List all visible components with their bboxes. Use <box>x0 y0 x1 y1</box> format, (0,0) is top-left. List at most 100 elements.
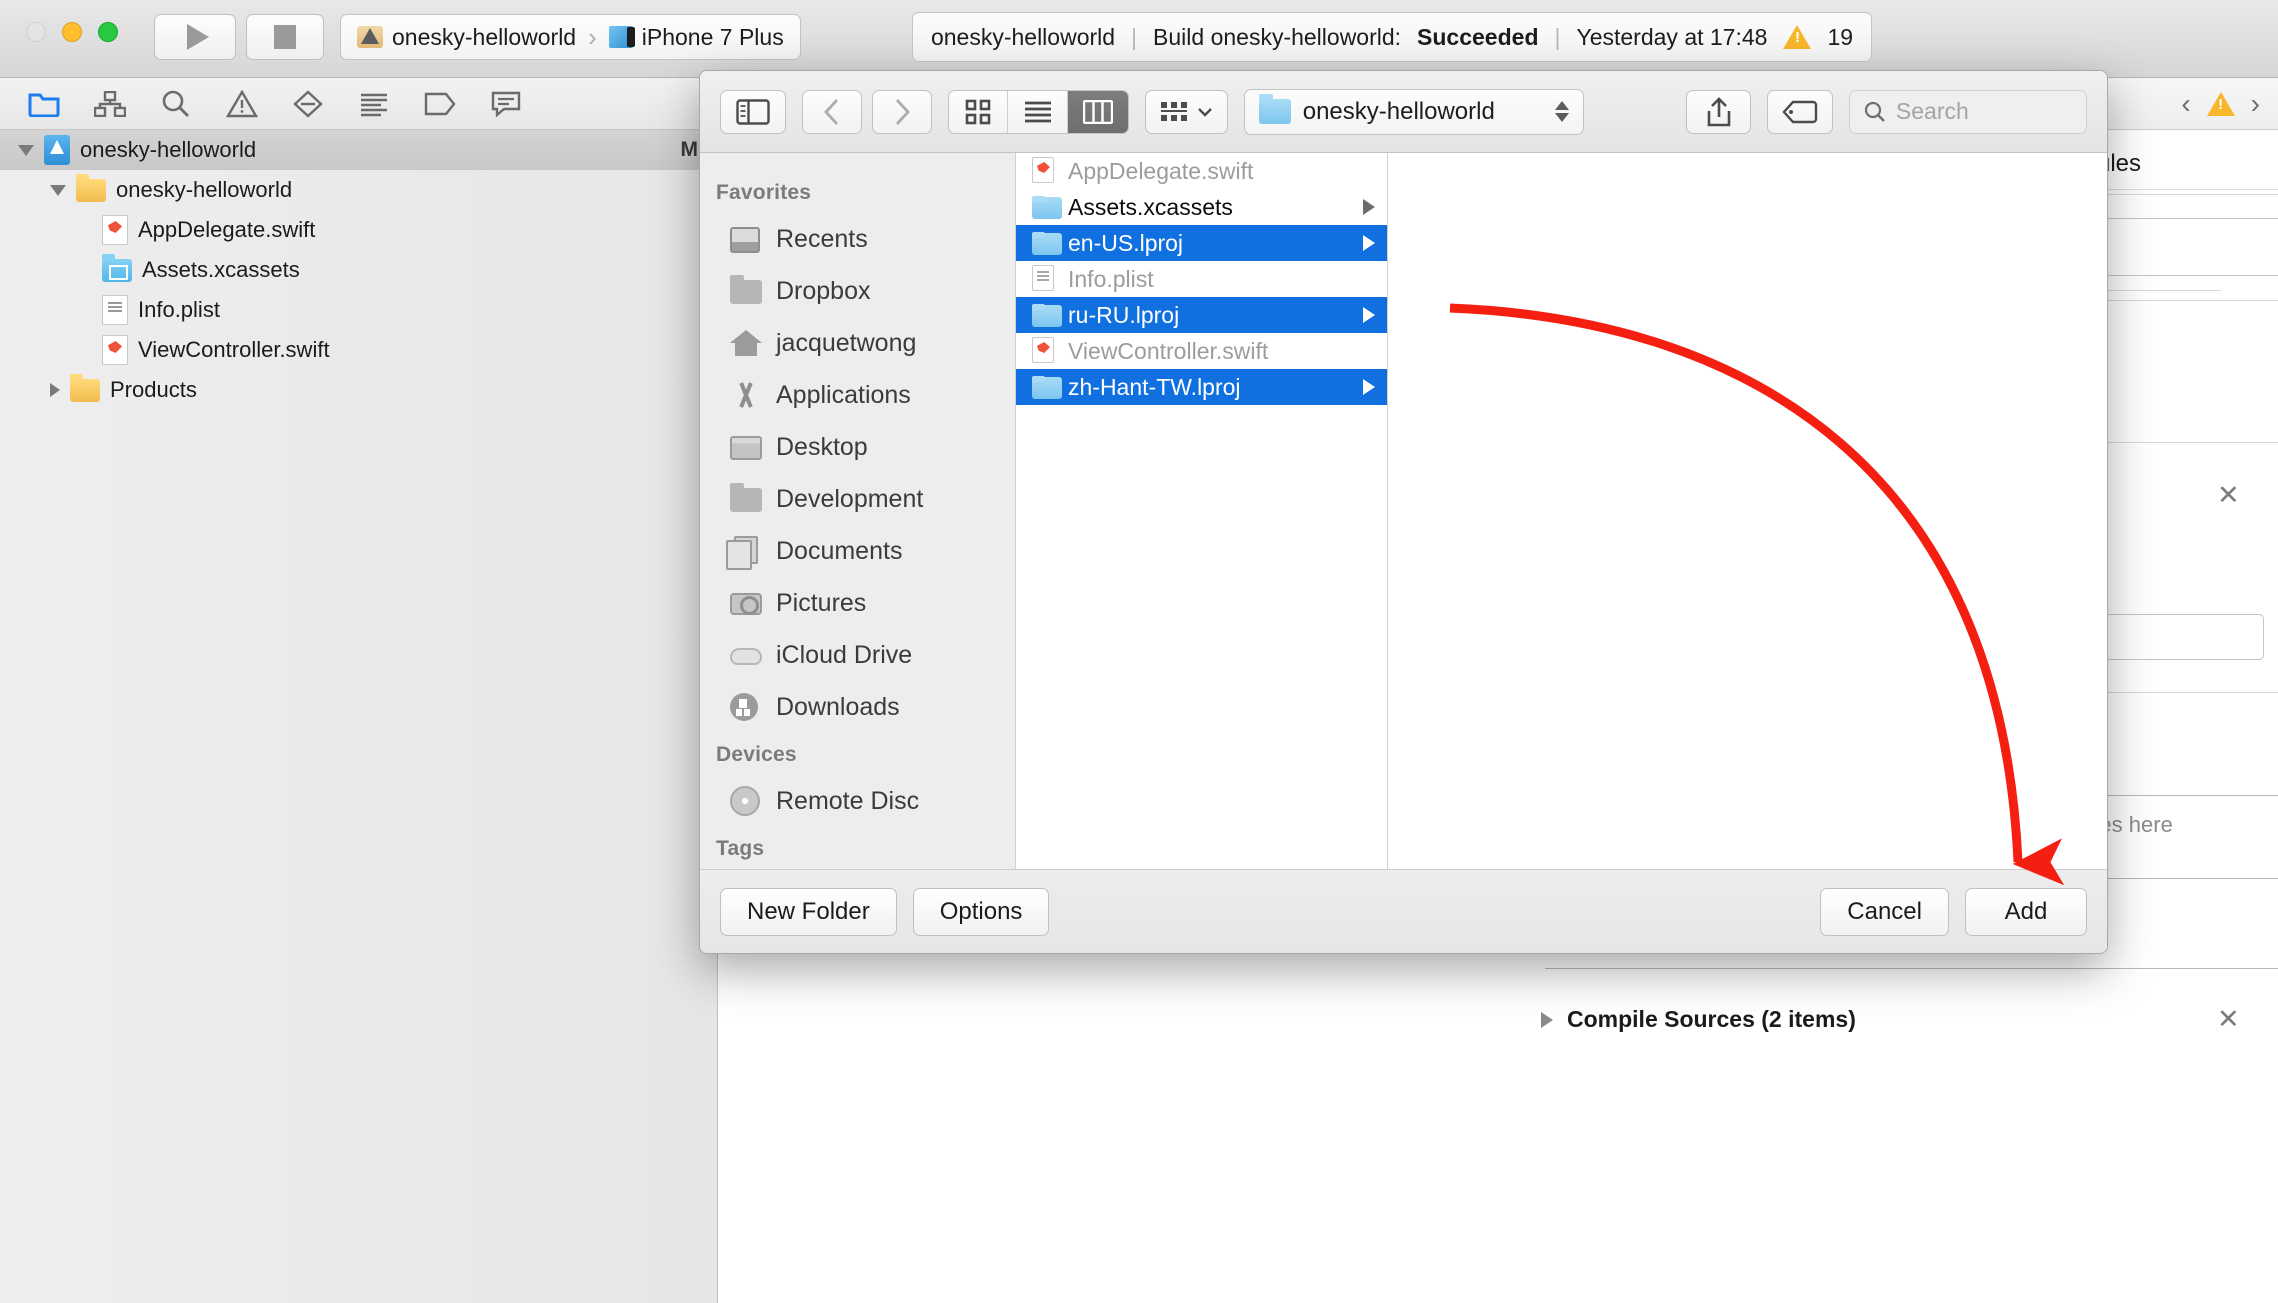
tree-row[interactable]: ViewController.swift <box>0 330 718 370</box>
nav-tab-test-navigator[interactable] <box>288 87 328 121</box>
previous-issue-button[interactable]: ‹ <box>2181 88 2190 120</box>
sidebar-item-pictures[interactable]: Pictures <box>700 577 1015 629</box>
tree-row[interactable]: Products <box>0 370 718 410</box>
file-list-item-label: Assets.xcassets <box>1068 193 1233 220</box>
sidebar-item-remote-disc[interactable]: Remote Disc <box>700 775 1015 827</box>
sidebar-item-recents[interactable]: Recents <box>700 213 1015 265</box>
share-button[interactable] <box>1685 89 1752 134</box>
file-list-item[interactable]: Assets.xcassets <box>1016 189 1387 225</box>
file-list-item[interactable]: Info.plist <box>1016 261 1387 297</box>
file-list-item[interactable]: ru-RU.lproj <box>1016 297 1387 333</box>
disc-icon <box>730 786 762 816</box>
zoom-window-button[interactable] <box>98 22 118 42</box>
icloud-icon <box>730 640 762 670</box>
chevron-right-icon <box>1363 379 1375 395</box>
sidebar-item-label: Pictures <box>776 588 867 617</box>
group-by-button[interactable] <box>1144 89 1228 134</box>
scheme-selector[interactable]: onesky-helloworld › iPhone 7 Plus <box>340 14 801 60</box>
dialog-toolbar: onesky-helloworld Search <box>700 71 2107 153</box>
folder-icon <box>76 173 106 202</box>
sidebar-item-development[interactable]: Development <box>700 473 1015 525</box>
file-list-item[interactable]: AppDelegate.swift <box>1016 153 1387 189</box>
file-list-item-label: zh-Hant-TW.lproj <box>1068 373 1241 400</box>
remove-phase-button[interactable]: ✕ <box>2217 1006 2240 1033</box>
toggle-sidebar-button[interactable] <box>720 89 786 134</box>
nav-tab-comment-navigator[interactable] <box>486 87 526 121</box>
phase-header-compile-sources[interactable]: Compile Sources (2 items) <box>1541 1006 1856 1033</box>
tree-row-label: Info.plist <box>138 297 220 322</box>
tree-row-label: Products <box>110 377 197 402</box>
tree-row[interactable]: onesky-helloworld M <box>0 130 718 170</box>
minimize-window-button[interactable] <box>62 22 82 42</box>
sidebar-item-dropbox[interactable]: Dropbox <box>700 265 1015 317</box>
folder-icon <box>1032 229 1062 257</box>
view-mode-segmented-control[interactable] <box>947 89 1129 134</box>
navigator-tab-bar <box>0 78 718 130</box>
window-toolbar: onesky-helloworld › iPhone 7 Plus onesky… <box>0 0 2278 78</box>
sidebar-item-desktop[interactable]: Desktop <box>700 421 1015 473</box>
tree-row[interactable]: onesky-helloworld <box>0 170 718 210</box>
nav-tab-project-navigator[interactable] <box>24 87 64 121</box>
file-list-item[interactable]: zh-Hant-TW.lproj <box>1016 369 1387 405</box>
project-navigator-tree: onesky-helloworld Monesky-helloworld AppDe… <box>0 130 718 410</box>
forward-button[interactable] <box>871 89 932 134</box>
chevron-right-icon <box>1541 1011 1553 1028</box>
swift-icon <box>102 215 128 245</box>
close-window-button[interactable] <box>26 22 46 42</box>
sidebar-item-downloads[interactable]: Downloads <box>700 681 1015 733</box>
chevron-down-icon[interactable] <box>18 144 34 156</box>
desktop-icon <box>730 432 762 462</box>
tag-button[interactable] <box>1767 89 1833 134</box>
nav-tab-find-navigator[interactable] <box>156 87 196 121</box>
file-list-item-label: ru-RU.lproj <box>1068 301 1180 328</box>
sidebar-item-label: Development <box>776 484 924 513</box>
tree-row[interactable]: Assets.xcassets <box>0 250 718 290</box>
stop-button[interactable] <box>246 14 324 60</box>
tree-row-label: onesky-helloworld <box>80 137 257 162</box>
status-badge: M <box>680 138 699 161</box>
scheme-destination-label: iPhone 7 Plus <box>641 23 784 50</box>
chevron-down-icon[interactable] <box>50 184 66 196</box>
run-button[interactable] <box>154 14 236 60</box>
activity-status-bar[interactable]: onesky-helloworld | Build onesky-hellowo… <box>912 12 1872 62</box>
remove-item-button[interactable]: ✕ <box>2217 482 2240 509</box>
plist-icon <box>102 295 128 325</box>
next-issue-button[interactable]: › <box>2251 88 2260 120</box>
column-view-button[interactable] <box>1068 90 1128 133</box>
list-view-button[interactable] <box>1008 90 1069 133</box>
tree-row-label: onesky-helloworld <box>116 177 293 202</box>
search-input[interactable]: Search <box>1848 89 2088 134</box>
cancel-button[interactable]: Cancel <box>1820 887 1949 936</box>
new-folder-button[interactable]: New Folder <box>720 887 897 936</box>
sidebar-item-jacquetwong[interactable]: jacquetwong <box>700 317 1015 369</box>
tree-row-label: AppDelegate.swift <box>138 217 316 242</box>
folder-icon <box>1032 193 1062 221</box>
path-popup-button[interactable]: onesky-helloworld <box>1243 88 1584 135</box>
nav-tab-symbol-navigator[interactable] <box>90 87 130 121</box>
phase-label: Compile Sources (2 items) <box>1567 1006 1856 1032</box>
sidebar-item-label: jacquetwong <box>776 328 917 357</box>
options-button[interactable]: Options <box>912 887 1050 936</box>
scheme-separator: › <box>588 21 597 52</box>
add-button[interactable]: Add <box>1965 887 2087 936</box>
icon-view-button[interactable] <box>948 90 1009 133</box>
xcode-project-icon <box>357 26 383 48</box>
nav-tab-issue-navigator[interactable] <box>222 87 262 121</box>
sidebar-item-applications[interactable]: Applications <box>700 369 1015 421</box>
tree-row-label: Assets.xcassets <box>142 257 300 282</box>
play-icon <box>187 24 209 50</box>
stop-icon <box>274 25 296 49</box>
back-button[interactable] <box>801 89 862 134</box>
tree-row[interactable]: Info.plist <box>0 290 718 330</box>
sidebar-item-label: Remote Disc <box>776 786 920 815</box>
dialog-body: Favorites Recents Dropbox jacquetwong Applic… <box>700 153 2107 869</box>
chevron-right-icon[interactable] <box>50 383 60 397</box>
dialog-sidebar: Favorites Recents Dropbox jacquetwong Applic… <box>700 153 1016 869</box>
sidebar-item-icloud-drive[interactable]: iCloud Drive <box>700 629 1015 681</box>
file-list-item[interactable]: ViewController.swift <box>1016 333 1387 369</box>
tree-row[interactable]: AppDelegate.swift <box>0 210 718 250</box>
file-list-item[interactable]: en-US.lproj <box>1016 225 1387 261</box>
sidebar-item-documents[interactable]: Documents <box>700 525 1015 577</box>
nav-tab-breakpoint-navigator[interactable] <box>420 87 460 121</box>
nav-tab-report-navigator[interactable] <box>354 87 394 121</box>
